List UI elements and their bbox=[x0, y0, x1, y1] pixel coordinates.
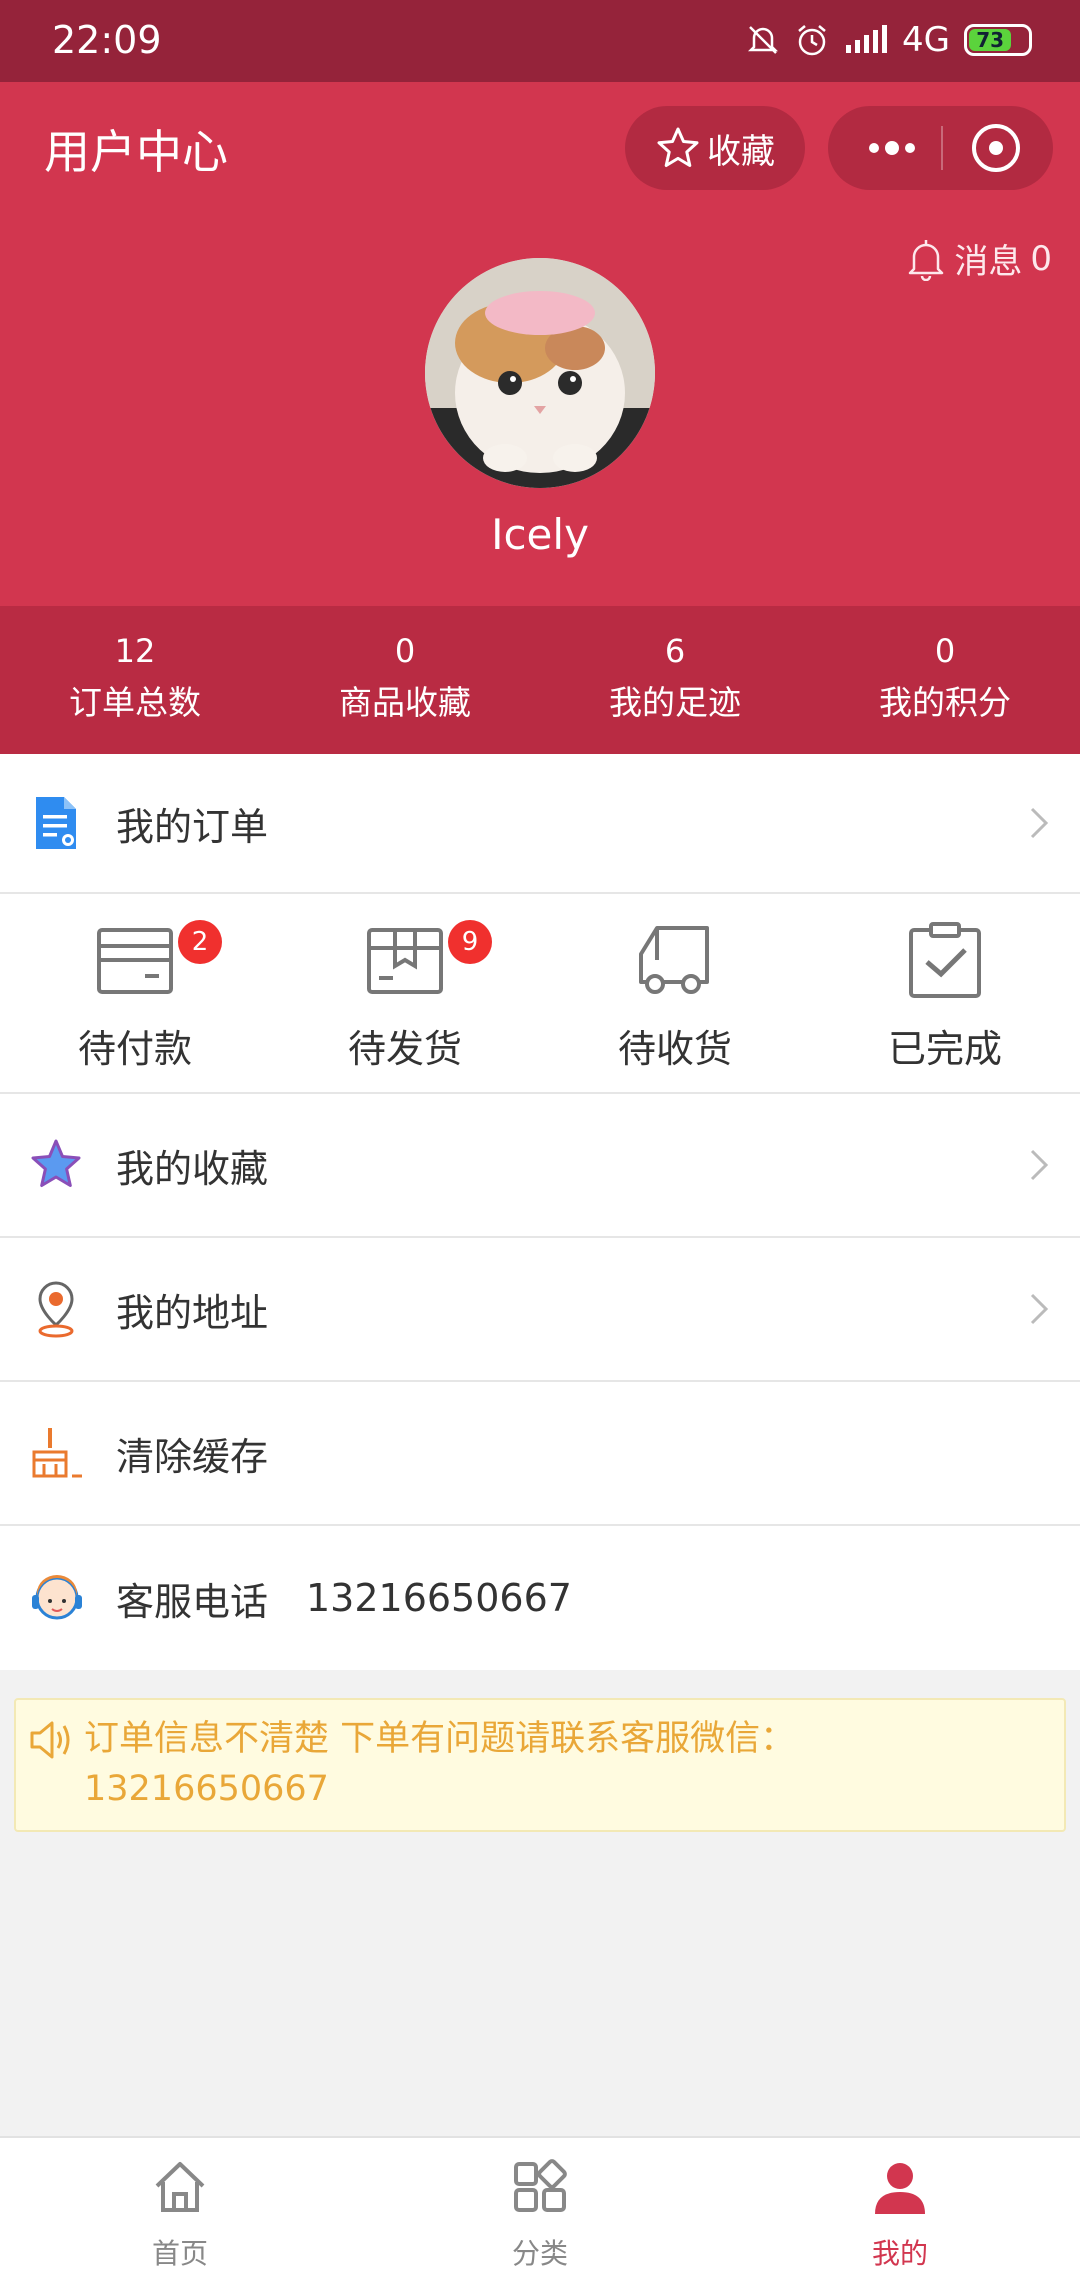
order-document-icon bbox=[36, 797, 76, 849]
stat-value: 6 bbox=[664, 632, 686, 670]
my-address-row[interactable]: 我的地址 bbox=[0, 1238, 1080, 1380]
stats-bar: 12 订单总数 0 商品收藏 6 我的足迹 0 我的积分 bbox=[0, 606, 1080, 754]
stat-label: 我的积分 bbox=[879, 683, 1011, 722]
badge-count: 2 bbox=[178, 920, 222, 964]
order-pending-payment[interactable]: 2 待付款 bbox=[0, 894, 270, 1092]
order-status-label: 待发货 bbox=[347, 1027, 462, 1071]
truck-icon bbox=[639, 926, 709, 994]
page-title: 用户中心 bbox=[44, 125, 228, 179]
messages-count: 0 bbox=[1030, 238, 1052, 279]
stat-label: 我的足迹 bbox=[609, 683, 741, 722]
more-icon[interactable] bbox=[864, 130, 920, 166]
star-icon bbox=[31, 1139, 81, 1187]
messages-label: 消息 bbox=[954, 242, 1023, 282]
speaker-icon bbox=[30, 1721, 70, 1759]
battery-icon: 73 bbox=[964, 24, 1032, 56]
order-status-row: 2 待付款 9 待发货 待收货 已完成 bbox=[0, 894, 1080, 1092]
favorite-button[interactable]: 收藏 bbox=[625, 106, 805, 190]
star-outline-icon bbox=[657, 127, 699, 167]
order-completed[interactable]: 已完成 bbox=[810, 894, 1080, 1092]
stat-label: 商品收藏 bbox=[339, 683, 471, 722]
broom-icon bbox=[32, 1428, 82, 1478]
my-favorites-row[interactable]: 我的收藏 bbox=[0, 1094, 1080, 1236]
signal-icon bbox=[846, 25, 888, 53]
capsule-divider bbox=[941, 126, 943, 170]
order-pending-receipt[interactable]: 待收货 bbox=[540, 894, 810, 1092]
clipboard-check-icon bbox=[909, 922, 981, 998]
profile-header: 用户中心 收藏 消息 0 Icely bbox=[0, 82, 1080, 606]
tab-label: 分类 bbox=[511, 2237, 568, 2270]
network-type: 4G bbox=[902, 20, 950, 60]
customer-service-row[interactable]: 客服电话 13216650667 bbox=[0, 1526, 1080, 1670]
avatar[interactable] bbox=[425, 258, 655, 488]
my-orders-label: 我的订单 bbox=[116, 804, 269, 849]
stat-points[interactable]: 0 我的积分 bbox=[810, 606, 1080, 754]
my-orders-row[interactable]: 我的订单 bbox=[0, 754, 1080, 892]
clear-cache-label: 清除缓存 bbox=[116, 1434, 269, 1479]
tab-category[interactable]: 分类 bbox=[360, 2138, 720, 2280]
favorite-button-label: 收藏 bbox=[707, 131, 775, 172]
stat-value: 0 bbox=[394, 632, 416, 670]
tab-mine[interactable]: 我的 bbox=[720, 2138, 1080, 2280]
my-address-label: 我的地址 bbox=[116, 1290, 269, 1335]
stat-order-total[interactable]: 12 订单总数 bbox=[0, 606, 270, 754]
status-time: 22:09 bbox=[52, 18, 162, 62]
category-icon bbox=[514, 2159, 567, 2212]
stat-value: 0 bbox=[934, 632, 956, 670]
mute-icon bbox=[747, 26, 779, 54]
status-bar: 22:09 4G 73 bbox=[0, 0, 1080, 82]
messages-link[interactable]: 消息 0 bbox=[906, 234, 1052, 283]
service-phone-label: 客服电话 bbox=[116, 1579, 269, 1624]
service-phone-number[interactable]: 13216650667 bbox=[306, 1576, 572, 1620]
tab-home[interactable]: 首页 bbox=[0, 2138, 360, 2280]
bell-icon bbox=[909, 239, 944, 281]
bottom-tab-bar: 首页 分类 我的 bbox=[0, 2136, 1080, 2280]
user-icon bbox=[875, 2163, 925, 2214]
wallet-icon bbox=[97, 928, 173, 994]
status-icons: 4G 73 bbox=[746, 20, 1032, 60]
notice-text: 订单信息不清楚 下单有问题请联系客服微信：13216650667 bbox=[84, 1719, 796, 1809]
chevron-right-icon bbox=[1030, 1293, 1049, 1325]
order-status-label: 待付款 bbox=[77, 1027, 192, 1071]
home-icon bbox=[155, 2162, 205, 2212]
stat-label: 订单总数 bbox=[69, 683, 201, 722]
stat-product-favorites[interactable]: 0 商品收藏 bbox=[270, 606, 540, 754]
my-favorites-label: 我的收藏 bbox=[116, 1146, 269, 1191]
stat-footprints[interactable]: 6 我的足迹 bbox=[540, 606, 810, 754]
badge-count: 9 bbox=[448, 920, 492, 964]
chevron-right-icon bbox=[1030, 807, 1049, 839]
notice-banner: 订单信息不清楚 下单有问题请联系客服微信：13216650667 bbox=[14, 1698, 1066, 1832]
avatar-image bbox=[425, 258, 655, 488]
close-icon[interactable] bbox=[968, 120, 1024, 176]
clear-cache-row[interactable]: 清除缓存 bbox=[0, 1382, 1080, 1524]
tab-label: 首页 bbox=[151, 2237, 208, 2270]
alarm-icon bbox=[798, 25, 826, 56]
username: Icely bbox=[491, 510, 589, 559]
order-pending-shipment[interactable]: 9 待发货 bbox=[270, 894, 540, 1092]
tab-label: 我的 bbox=[871, 2237, 928, 2270]
chevron-right-icon bbox=[1030, 1149, 1049, 1181]
customer-service-icon bbox=[32, 1575, 82, 1620]
order-status-label: 待收货 bbox=[617, 1027, 732, 1071]
order-status-label: 已完成 bbox=[887, 1027, 1002, 1071]
battery-level: 73 bbox=[976, 28, 1005, 52]
box-icon bbox=[367, 928, 443, 994]
stat-value: 12 bbox=[114, 632, 156, 670]
mini-program-capsule bbox=[828, 106, 1053, 190]
location-pin-icon bbox=[38, 1281, 74, 1338]
